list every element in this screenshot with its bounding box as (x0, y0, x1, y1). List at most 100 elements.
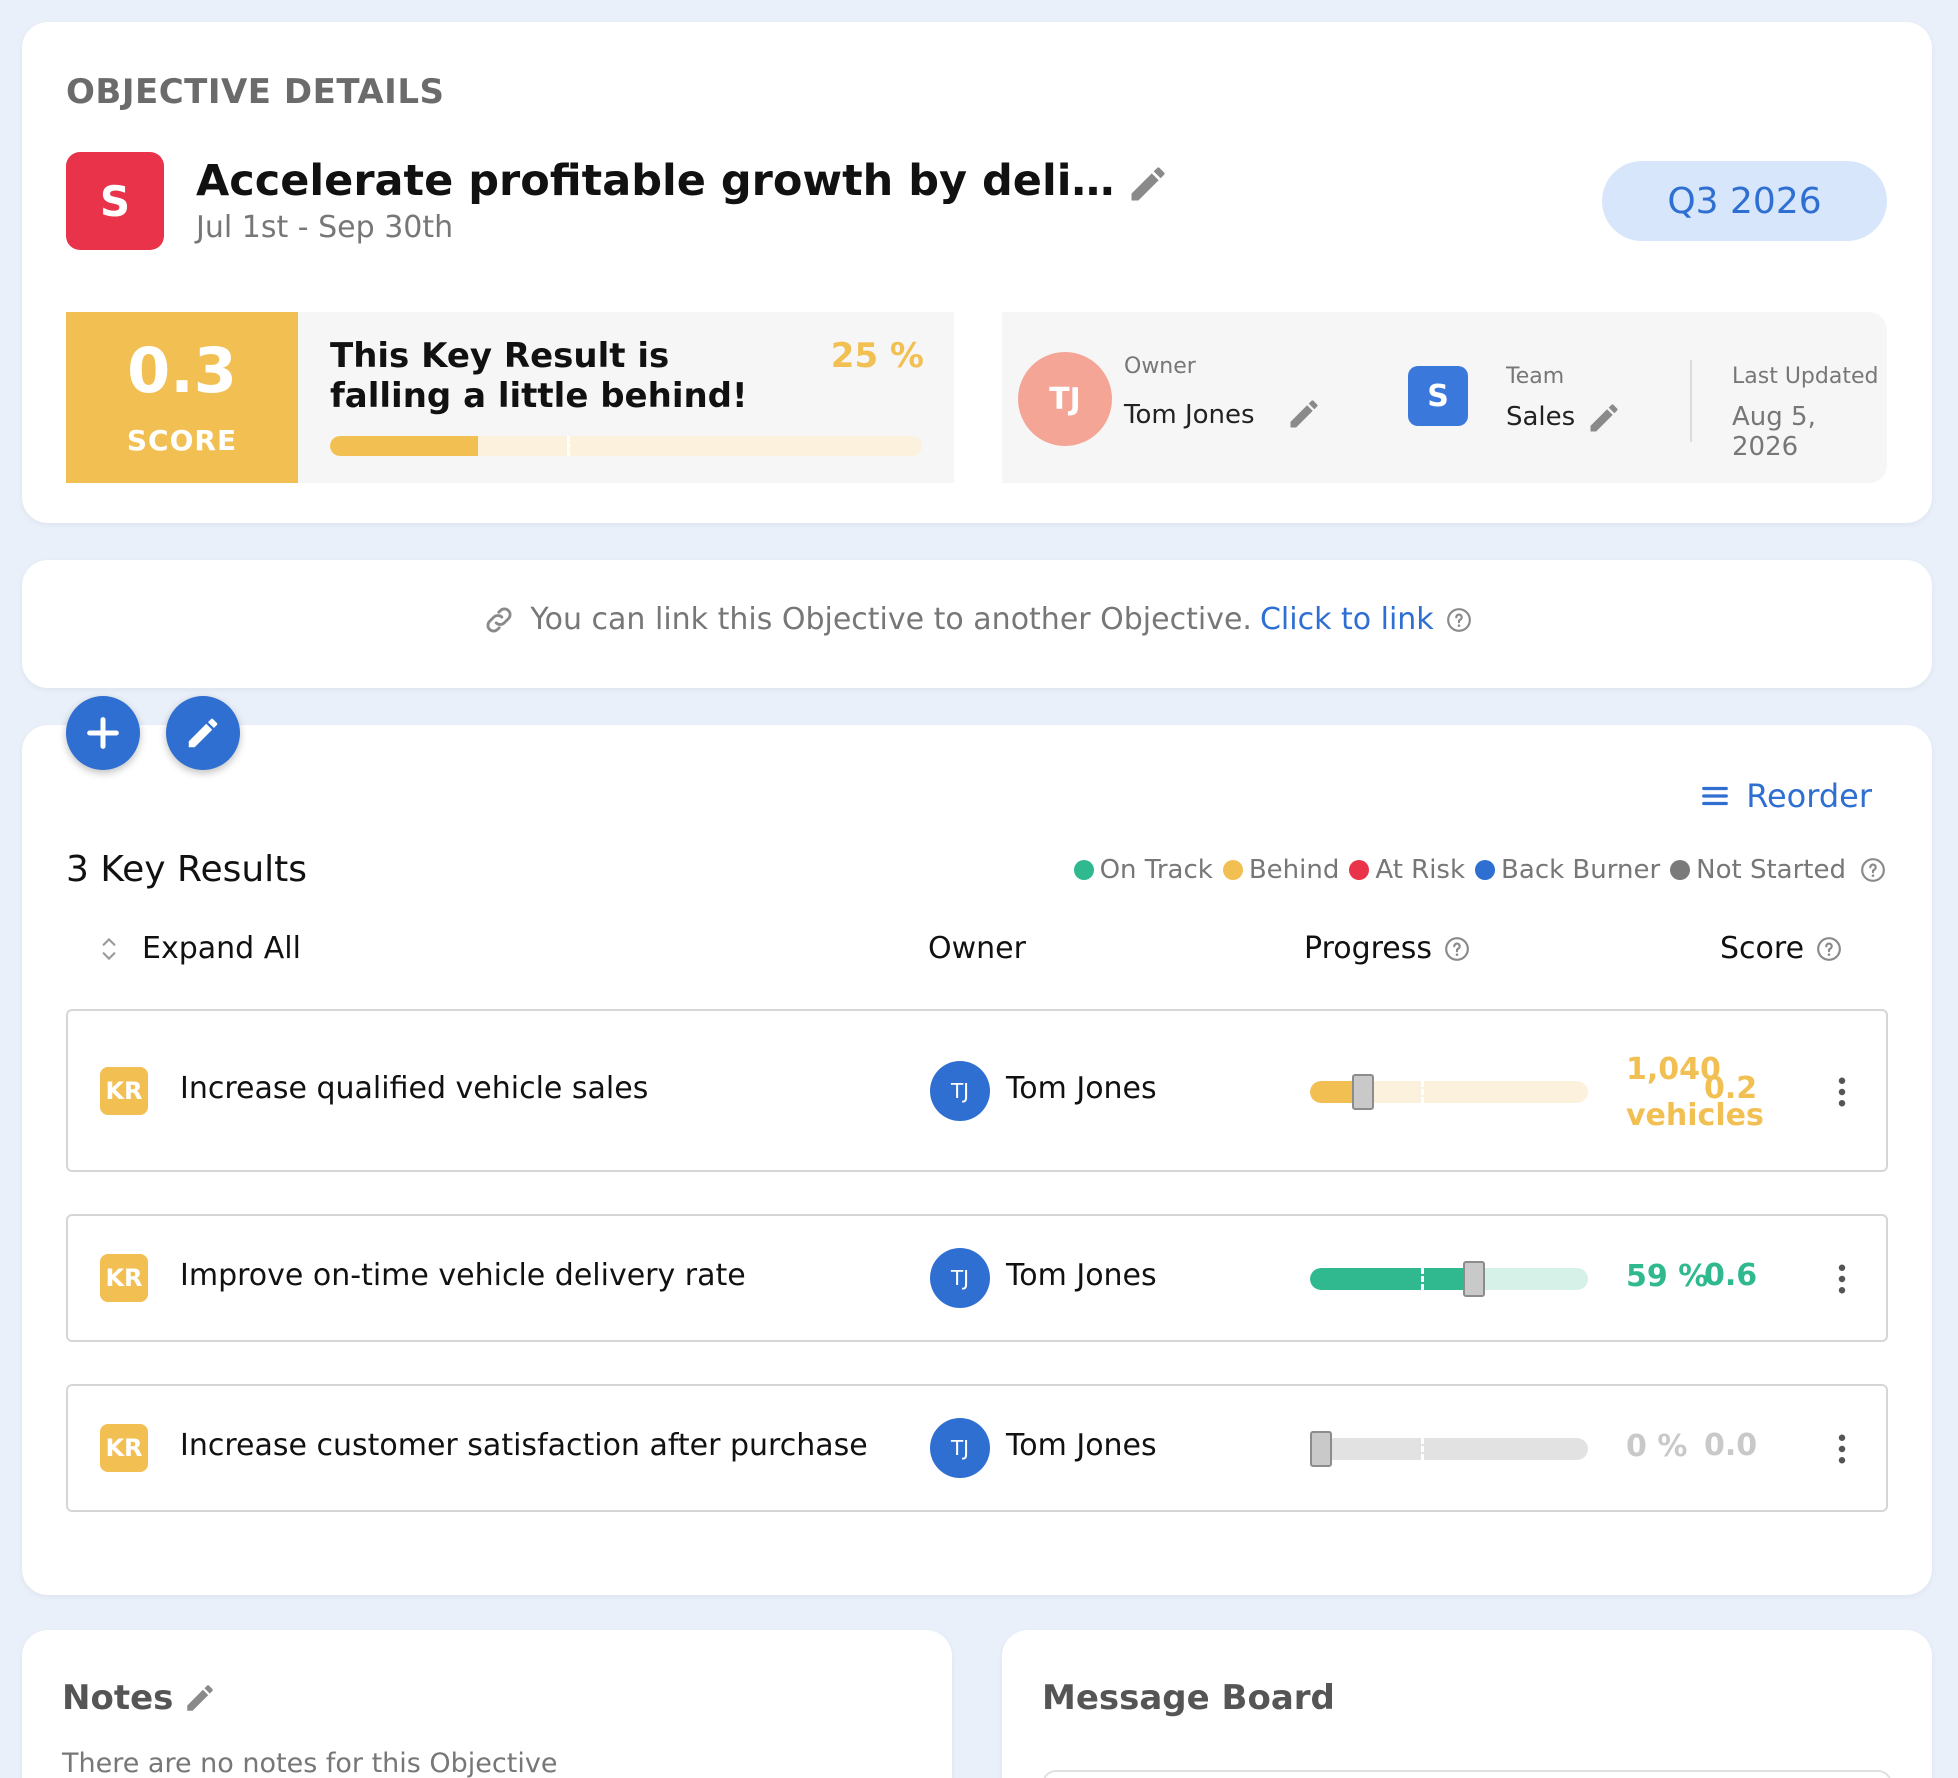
more-vertical-icon[interactable] (1836, 1077, 1848, 1107)
link-hint-text: You can link this Objective to another O… (530, 602, 1252, 637)
owner-name: Tom Jones (1124, 400, 1255, 430)
quarter-pill[interactable]: Q3 2026 (1602, 161, 1887, 241)
edit-title-pencil-icon[interactable] (1126, 162, 1170, 206)
notes-card: Notes There are no notes for this Object… (22, 1630, 952, 1778)
kr-target-marker (1421, 1438, 1425, 1460)
expand-all-button[interactable]: Expand All (96, 931, 301, 966)
kr-target-marker (1421, 1081, 1425, 1103)
kr-owner-avatar: TJ (930, 1061, 990, 1121)
legend-dot (1222, 860, 1243, 880)
message-input[interactable] (1042, 1770, 1892, 1778)
notes-header: Notes (62, 1678, 217, 1718)
score-status-message: This Key Result is falling a little behi… (330, 336, 748, 416)
legend-dot (1475, 860, 1496, 880)
progress-help-icon[interactable] (1444, 936, 1470, 962)
kr-progress-track (1310, 1268, 1588, 1290)
kr-title[interactable]: Improve on-time vehicle delivery rate (180, 1258, 746, 1293)
kr-progress-value: 0 % (1626, 1429, 1688, 1464)
legend-item-on-track: On Track (1073, 855, 1213, 885)
score-progress-bar (330, 436, 922, 456)
status-legend: On Track Behind At Risk Back Burner Not … (1064, 855, 1886, 885)
kr-score: 0.0 (1704, 1428, 1758, 1463)
kr-title[interactable]: Increase customer satisfaction after pur… (180, 1428, 868, 1463)
click-to-link[interactable]: Click to link (1260, 602, 1434, 637)
objective-meta-panel: TJ Owner Tom Jones S Team Sales Last Upd… (1002, 312, 1887, 483)
plus-icon (87, 717, 119, 749)
score-help-icon[interactable] (1816, 936, 1842, 962)
key-result-row[interactable]: KR Increase qualified vehicle sales TJ T… (66, 1009, 1888, 1172)
kr-progress-track (1310, 1438, 1588, 1460)
column-header-score: Score (1720, 931, 1842, 966)
score-box: 0.3 SCORE (66, 312, 298, 483)
score-label: SCORE (126, 424, 238, 457)
last-updated-label: Last Updated (1732, 364, 1879, 389)
legend-label: Not Started (1696, 855, 1846, 885)
section-title: OBJECTIVE DETAILS (66, 72, 445, 112)
expand-all-label: Expand All (142, 931, 301, 966)
pencil-icon (188, 718, 218, 748)
team-badge: S (1408, 366, 1468, 426)
owner-label: Owner (1124, 354, 1196, 379)
meta-divider (1690, 360, 1692, 442)
key-results-card: Reorder 3 Key Results On Track Behind At… (22, 725, 1932, 1595)
last-updated-value: Aug 5, 2026 (1732, 402, 1816, 462)
help-circle-icon[interactable] (1446, 607, 1472, 633)
edit-team-pencil-icon[interactable] (1586, 400, 1622, 436)
more-vertical-icon[interactable] (1836, 1264, 1848, 1294)
legend-item-at-risk: At Risk (1349, 855, 1465, 885)
more-vertical-icon[interactable] (1836, 1434, 1848, 1464)
edit-key-results-button[interactable] (166, 696, 240, 770)
team-label: Team (1506, 364, 1565, 389)
kr-badge: KR (100, 1424, 148, 1472)
add-key-result-button[interactable] (66, 696, 140, 770)
kr-slider-handle[interactable] (1463, 1261, 1486, 1297)
legend-label: Back Burner (1501, 855, 1661, 885)
score-header-label: Score (1720, 931, 1805, 966)
kr-progress-fill (1310, 1268, 1475, 1290)
kr-slider-handle[interactable] (1310, 1431, 1333, 1467)
legend-dot (1349, 860, 1370, 880)
notes-title: Notes (62, 1678, 174, 1718)
column-header-owner: Owner (928, 931, 1026, 966)
key-result-row[interactable]: KR Improve on-time vehicle delivery rate… (66, 1214, 1888, 1342)
link-objective-row: You can link this Objective to another O… (22, 602, 1932, 637)
legend-item-not-started: Not Started (1670, 855, 1846, 885)
legend-item-behind: Behind (1222, 855, 1340, 885)
key-result-row[interactable]: KR Increase customer satisfaction after … (66, 1384, 1888, 1512)
legend-dot (1670, 860, 1691, 880)
edit-notes-pencil-icon[interactable] (183, 1681, 217, 1715)
kr-slider-handle[interactable] (1351, 1074, 1374, 1110)
kr-title[interactable]: Increase qualified vehicle sales (180, 1071, 648, 1106)
kr-badge: KR (100, 1067, 148, 1115)
list-reorder-icon (1702, 786, 1729, 806)
kr-progress-slider[interactable] (1310, 1431, 1588, 1467)
kr-score: 0.2 (1704, 1071, 1758, 1106)
legend-label: On Track (1099, 855, 1213, 885)
kr-progress-slider[interactable] (1310, 1074, 1588, 1110)
kr-progress-value: 59 % (1626, 1259, 1709, 1294)
edit-owner-pencil-icon[interactable] (1286, 396, 1322, 432)
message-board-card: Message Board (1002, 1630, 1932, 1778)
objective-title[interactable]: Accelerate profitable growth by deliveri… (196, 156, 1116, 206)
score-panel: 0.3 SCORE This Key Result is falling a l… (66, 312, 954, 483)
legend-dot (1073, 860, 1094, 880)
legend-help-icon[interactable] (1860, 857, 1886, 883)
progress-header-label: Progress (1304, 931, 1433, 966)
legend-label: Behind (1248, 855, 1340, 885)
column-header-progress: Progress (1304, 931, 1470, 966)
score-percent: 25 % (830, 336, 924, 376)
kr-progress-slider[interactable] (1310, 1261, 1588, 1297)
key-results-count: 3 Key Results (66, 849, 308, 890)
link-icon (486, 607, 512, 632)
notes-empty-text: There are no notes for this Objective (62, 1748, 558, 1778)
team-name: Sales (1506, 402, 1576, 432)
kr-owner-name: Tom Jones (1006, 1258, 1157, 1293)
reorder-button[interactable]: Reorder (1700, 777, 1872, 815)
objective-details-card: OBJECTIVE DETAILS S Accelerate profitabl… (22, 22, 1932, 523)
reorder-label: Reorder (1746, 777, 1872, 815)
legend-label: At Risk (1375, 855, 1466, 885)
kr-badge: KR (100, 1254, 148, 1302)
team-avatar: S (66, 152, 164, 250)
link-objective-card: You can link this Objective to another O… (22, 560, 1932, 688)
kr-owner-avatar: TJ (930, 1248, 990, 1308)
